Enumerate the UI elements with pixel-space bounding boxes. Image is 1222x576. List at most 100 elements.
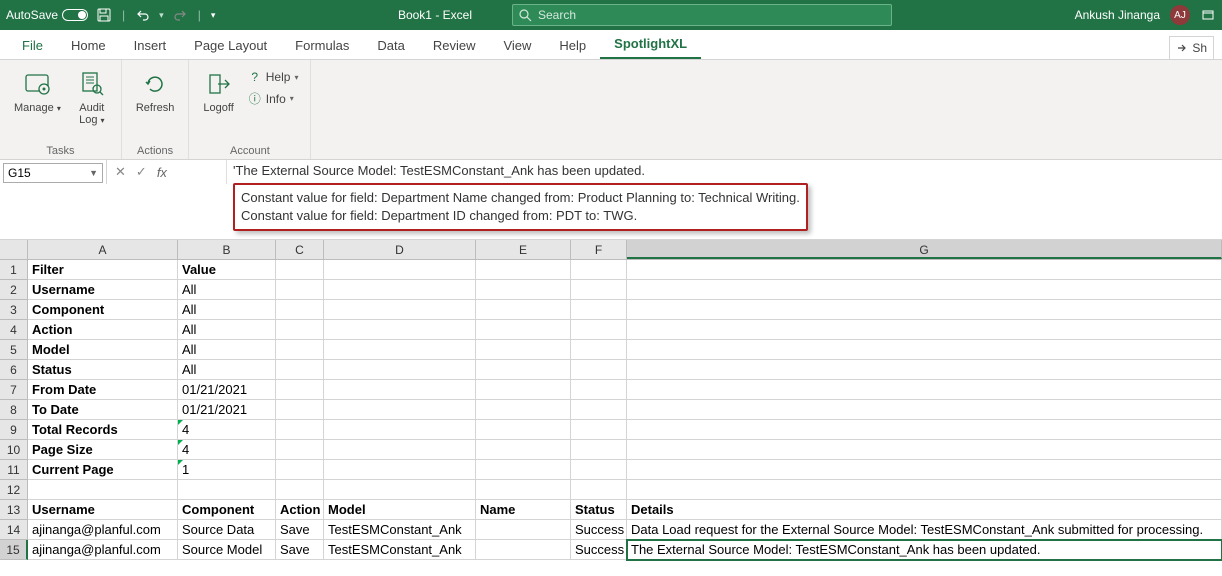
tab-insert[interactable]: Insert [120,32,181,59]
cell-A2[interactable]: Username [28,280,178,300]
cell-E10[interactable] [476,440,571,460]
cell-F5[interactable] [571,340,627,360]
cell-C15[interactable]: Save [276,540,324,560]
cell-C14[interactable]: Save [276,520,324,540]
autosave-toggle[interactable]: AutoSave [6,8,88,22]
cell-D7[interactable] [324,380,476,400]
cell-D5[interactable] [324,340,476,360]
cell-D3[interactable] [324,300,476,320]
redo-icon[interactable] [172,7,188,23]
tab-home[interactable]: Home [57,32,120,59]
cell-E11[interactable] [476,460,571,480]
cell-F3[interactable] [571,300,627,320]
row-header-10[interactable]: 10 [0,440,28,460]
search-box[interactable] [512,4,892,26]
cell-C1[interactable] [276,260,324,280]
cell-D8[interactable] [324,400,476,420]
cell-G13[interactable]: Details [627,500,1222,520]
cell-B11[interactable]: 1 [178,460,276,480]
cell-E1[interactable] [476,260,571,280]
cell-E8[interactable] [476,400,571,420]
ribbon-display-icon[interactable] [1200,7,1216,23]
tab-spotlightxl[interactable]: SpotlightXL [600,30,701,59]
row-header-7[interactable]: 7 [0,380,28,400]
tab-data[interactable]: Data [363,32,418,59]
column-header-A[interactable]: A [28,240,178,259]
info-button[interactable]: ⓘInfo ▾ [244,88,303,109]
tab-file[interactable]: File [8,32,57,59]
manage-button[interactable]: Manage ▾ [8,64,67,118]
cell-F6[interactable] [571,360,627,380]
cell-E12[interactable] [476,480,571,500]
row-header-9[interactable]: 9 [0,420,28,440]
cell-B10[interactable]: 4 [178,440,276,460]
cell-D2[interactable] [324,280,476,300]
formula-input[interactable]: 'The External Source Model: TestESMConst… [227,160,1222,239]
cell-A12[interactable] [28,480,178,500]
cell-F12[interactable] [571,480,627,500]
cell-A3[interactable]: Component [28,300,178,320]
cell-A5[interactable]: Model [28,340,178,360]
cell-D10[interactable] [324,440,476,460]
cell-F10[interactable] [571,440,627,460]
row-header-4[interactable]: 4 [0,320,28,340]
cell-G9[interactable] [627,420,1222,440]
cell-E13[interactable]: Name [476,500,571,520]
cell-B14[interactable]: Source Data [178,520,276,540]
column-header-F[interactable]: F [571,240,627,259]
column-header-D[interactable]: D [324,240,476,259]
cell-C8[interactable] [276,400,324,420]
cell-E6[interactable] [476,360,571,380]
cell-A1[interactable]: Filter [28,260,178,280]
row-header-12[interactable]: 12 [0,480,28,500]
tab-review[interactable]: Review [419,32,490,59]
cell-B2[interactable]: All [178,280,276,300]
search-input[interactable] [538,8,885,22]
row-header-2[interactable]: 2 [0,280,28,300]
cell-G7[interactable] [627,380,1222,400]
cell-B4[interactable]: All [178,320,276,340]
cell-C5[interactable] [276,340,324,360]
cell-G11[interactable] [627,460,1222,480]
cell-F8[interactable] [571,400,627,420]
undo-dropdown-icon[interactable]: ▾ [159,10,164,21]
cell-F2[interactable] [571,280,627,300]
cell-F14[interactable]: Success [571,520,627,540]
spreadsheet[interactable]: ABCDEFG1FilterValue2UsernameAll3Componen… [0,240,1222,560]
cell-E7[interactable] [476,380,571,400]
cell-E15[interactable] [476,540,571,560]
cell-C6[interactable] [276,360,324,380]
cell-A4[interactable]: Action [28,320,178,340]
cell-E14[interactable] [476,520,571,540]
cell-F11[interactable] [571,460,627,480]
cell-G6[interactable] [627,360,1222,380]
cell-C13[interactable]: Action [276,500,324,520]
fx-icon[interactable]: fx [157,165,167,180]
cell-B1[interactable]: Value [178,260,276,280]
cell-G8[interactable] [627,400,1222,420]
cell-D15[interactable]: TestESMConstant_Ank [324,540,476,560]
cell-C9[interactable] [276,420,324,440]
cell-F15[interactable]: Success [571,540,627,560]
row-header-1[interactable]: 1 [0,260,28,280]
tab-view[interactable]: View [489,32,545,59]
cell-C3[interactable] [276,300,324,320]
cell-D12[interactable] [324,480,476,500]
cell-D4[interactable] [324,320,476,340]
cell-B6[interactable]: All [178,360,276,380]
row-header-14[interactable]: 14 [0,520,28,540]
cell-C4[interactable] [276,320,324,340]
cell-F13[interactable]: Status [571,500,627,520]
cell-G5[interactable] [627,340,1222,360]
cell-F9[interactable] [571,420,627,440]
cell-D13[interactable]: Model [324,500,476,520]
cell-A14[interactable]: ajinanga@planful.com [28,520,178,540]
cell-A9[interactable]: Total Records [28,420,178,440]
user-avatar[interactable]: AJ [1170,5,1190,25]
help-button[interactable]: ?Help ▾ [244,68,303,86]
column-header-B[interactable]: B [178,240,276,259]
cell-D14[interactable]: TestESMConstant_Ank [324,520,476,540]
cell-B12[interactable] [178,480,276,500]
tab-help[interactable]: Help [545,32,600,59]
cell-G2[interactable] [627,280,1222,300]
